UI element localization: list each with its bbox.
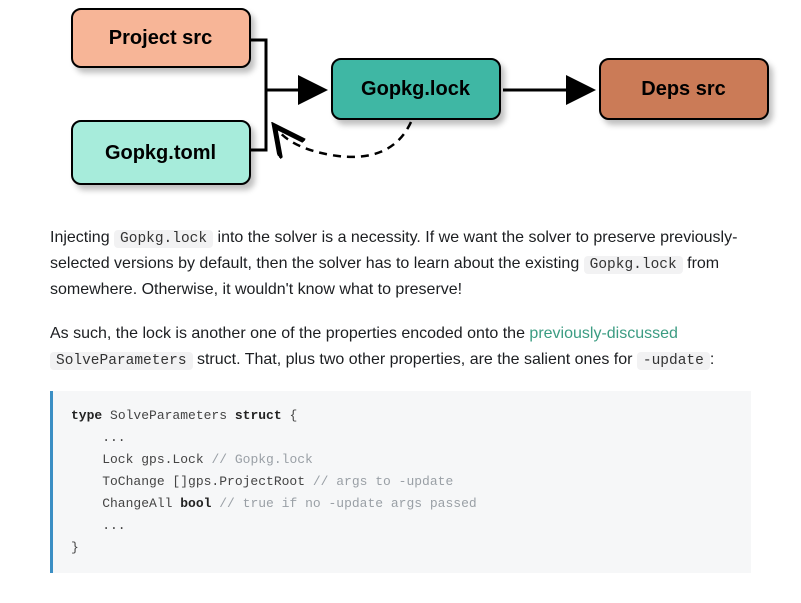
text: As such, the lock is another one of the … <box>50 325 529 342</box>
code-text: Lock gps.Lock <box>71 452 211 467</box>
keyword-struct: struct <box>235 408 282 423</box>
text: struct. That, plus two other properties,… <box>193 351 637 368</box>
text: : <box>710 351 714 368</box>
comment: // true if no -update args passed <box>219 496 476 511</box>
code-text: ... <box>71 518 126 533</box>
paragraph-1: Injecting Gopkg.lock into the solver is … <box>50 225 751 303</box>
code-text: } <box>71 540 79 555</box>
keyword-type: type <box>71 408 102 423</box>
node-project-src: Project src <box>71 8 251 68</box>
flow-diagram: Project src Gopkg.toml Gopkg.lock Deps s… <box>51 0 751 200</box>
code-text: { <box>282 408 298 423</box>
inline-code: Gopkg.lock <box>114 230 213 248</box>
node-gopkg-lock: Gopkg.lock <box>331 58 501 120</box>
code-text: ToChange []gps.ProjectRoot <box>71 474 313 489</box>
code-text: SolveParameters <box>102 408 235 423</box>
code-block: type SolveParameters struct { ... Lock g… <box>50 391 751 574</box>
code-text: ... <box>71 430 126 445</box>
text: Injecting <box>50 229 114 246</box>
comment: // Gopkg.lock <box>211 452 312 467</box>
code-text: ChangeAll <box>71 496 180 511</box>
inline-code: -update <box>637 352 710 370</box>
paragraph-2: As such, the lock is another one of the … <box>50 321 751 373</box>
document-page: Project src Gopkg.toml Gopkg.lock Deps s… <box>0 0 801 603</box>
node-deps-src: Deps src <box>599 58 769 120</box>
inline-code: SolveParameters <box>50 352 193 370</box>
previously-discussed-link[interactable]: previously-discussed <box>529 325 678 342</box>
comment: // args to -update <box>313 474 453 489</box>
node-gopkg-toml: Gopkg.toml <box>71 120 251 185</box>
keyword-bool: bool <box>180 496 211 511</box>
inline-code: Gopkg.lock <box>584 256 683 274</box>
